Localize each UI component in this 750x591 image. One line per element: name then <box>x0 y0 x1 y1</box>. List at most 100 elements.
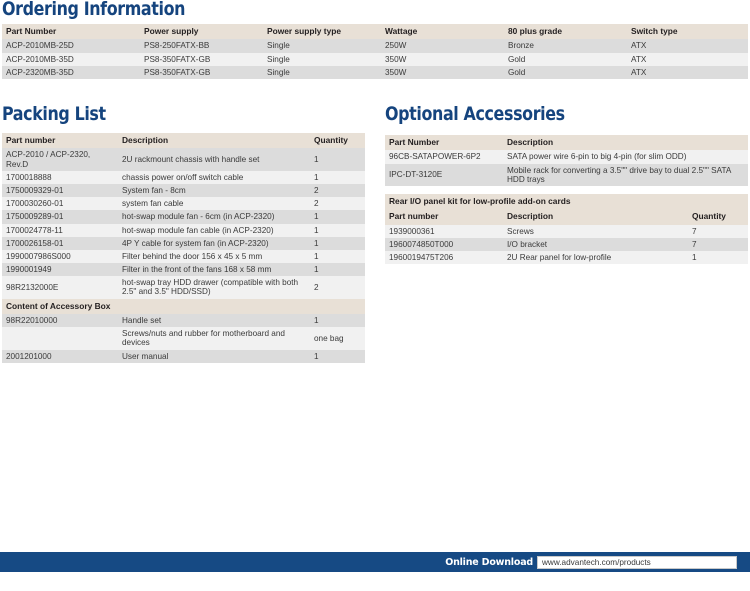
rear-io-kit-table-container: Rear I/O panel kit for low-profile add-o… <box>385 194 749 265</box>
table-subheading-row: Rear I/O panel kit for low-profile add-o… <box>385 194 749 210</box>
column-header: Wattage <box>381 24 504 40</box>
optional-accessories-table: Part Number Description 96CB-SATAPOWER-6… <box>385 135 748 186</box>
cell-80-plus-grade: Gold <box>504 52 627 66</box>
cell-quantity: one bag <box>310 327 365 350</box>
column-header: Power supply type <box>263 24 381 40</box>
column-header: Part number <box>385 209 503 225</box>
cell-part-number: 1700024778-11 <box>2 223 118 237</box>
table-header-row: Part number Description Quantity <box>385 209 749 225</box>
cell-description: System fan - 8cm <box>118 183 310 198</box>
cell-description: system fan cable <box>118 197 310 211</box>
cell-quantity: 2 <box>310 197 365 211</box>
online-download-url-field[interactable]: www.advantech.com/products <box>537 555 737 569</box>
table-header-row: Part Number Description <box>385 135 748 151</box>
column-header: Part Number <box>2 24 140 40</box>
column-header: Description <box>118 133 310 149</box>
table-row: ACP-2010 / ACP-2320, Rev.D 2U rackmount … <box>2 148 365 171</box>
column-header: Part number <box>2 133 118 149</box>
cell-description: Screws/nuts and rubber for motherboard a… <box>118 327 310 350</box>
cell-80-plus-grade: Bronze <box>504 39 627 53</box>
optional-accessories-heading: Optional Accessories <box>385 103 565 125</box>
table-row: 1700024778-11 hot-swap module fan cable … <box>2 223 365 237</box>
cell-power-supply: PS8-350FATX-GB <box>140 52 263 66</box>
table-subheading-row: Content of Accessory Box <box>2 298 365 315</box>
cell-part-number: 1700018888 <box>2 170 118 184</box>
column-header: Switch type <box>627 24 748 40</box>
cell-part-number: 1750009289-01 <box>2 210 118 224</box>
cell-switch-type: ATX <box>627 65 748 79</box>
cell-part-number: 1700026158-01 <box>2 236 118 250</box>
cell-description: hot-swap module fan - 6cm (in ACP-2320) <box>118 210 310 224</box>
cell-part-number: ACP-2320MB-35D <box>2 65 140 79</box>
cell-part-number: 96CB-SATAPOWER-6P2 <box>385 150 503 164</box>
cell-power-supply: PS8-250FATX-BB <box>140 39 263 53</box>
cell-wattage: 350W <box>381 52 504 66</box>
cell-part-number: 1960074850T000 <box>385 238 503 252</box>
cell-part-number: IPC-DT-3120E <box>385 163 503 186</box>
cell-part-number: ACP-2010MB-25D <box>2 39 140 53</box>
cell-description: 4P Y cable for system fan (in ACP-2320) <box>118 236 310 250</box>
table-row: 1960074850T000 I/O bracket 7 <box>385 238 749 252</box>
table-row: 1700026158-01 4P Y cable for system fan … <box>2 236 365 250</box>
table-row: IPC-DT-3120E Mobile rack for converting … <box>385 163 748 186</box>
cell-description: 2U rackmount chassis with handle set <box>118 148 310 171</box>
cell-part-number: 1990001949 <box>2 263 118 277</box>
cell-part-number: 1750009329-01 <box>2 183 118 198</box>
cell-quantity: 7 <box>688 224 749 238</box>
table-row: 1939000361 Screws 7 <box>385 224 749 238</box>
cell-quantity: 1 <box>310 148 365 171</box>
ordering-information-table: Part Number Power supply Power supply ty… <box>2 24 748 79</box>
cell-quantity: 1 <box>310 170 365 184</box>
packing-list-heading: Packing List <box>2 103 106 125</box>
column-header: Part Number <box>385 135 503 151</box>
ordering-information-table-container: Part Number Power supply Power supply ty… <box>2 24 748 79</box>
column-header: Description <box>503 135 748 151</box>
table-row: 2001201000 User manual 1 <box>2 349 365 363</box>
cell-quantity: 1 <box>310 314 365 328</box>
cell-switch-type: ATX <box>627 52 748 66</box>
column-header: Description <box>503 209 688 225</box>
cell-part-number: 1700030260-01 <box>2 197 118 211</box>
table-row: 1990001949 Filter in the front of the fa… <box>2 263 365 277</box>
accessory-box-subheading: Content of Accessory Box <box>2 298 365 315</box>
cell-description: Filter in the front of the fans 168 x 58… <box>118 263 310 277</box>
cell-description: Handle set <box>118 314 310 328</box>
cell-part-number: 2001201000 <box>2 349 118 363</box>
cell-power-supply-type: Single <box>263 39 381 53</box>
cell-quantity: 1 <box>310 210 365 224</box>
cell-part-number: 1960019475T206 <box>385 251 503 265</box>
rear-io-kit-subheading: Rear I/O panel kit for low-profile add-o… <box>385 194 749 210</box>
cell-power-supply-type: Single <box>263 52 381 66</box>
cell-quantity: 1 <box>310 249 365 264</box>
cell-description: I/O bracket <box>503 238 688 252</box>
cell-description: Screws <box>503 224 688 238</box>
cell-part-number <box>2 327 118 350</box>
cell-part-number: ACP-2010MB-35D <box>2 52 140 66</box>
table-row: 1700030260-01 system fan cable 2 <box>2 197 365 211</box>
ordering-information-heading: Ordering Information <box>2 0 186 20</box>
table-row: 98R22010000 Handle set 1 <box>2 314 365 328</box>
packing-list-table: Part number Description Quantity ACP-201… <box>2 133 365 363</box>
cell-quantity: 1 <box>310 223 365 237</box>
table-header-row: Part Number Power supply Power supply ty… <box>2 24 748 40</box>
datasheet-page: Ordering Information Part Number Power s… <box>0 0 750 591</box>
cell-wattage: 250W <box>381 39 504 53</box>
table-row: 1750009289-01 hot-swap module fan - 6cm … <box>2 210 365 224</box>
cell-power-supply-type: Single <box>263 65 381 79</box>
optional-accessories-table-container: Part Number Description 96CB-SATAPOWER-6… <box>385 135 748 186</box>
table-row: ACP-2010MB-35D PS8-350FATX-GB Single 350… <box>2 52 748 66</box>
footer-bar: Online Download www.advantech.com/produc… <box>0 552 750 572</box>
rear-io-kit-table: Rear I/O panel kit for low-profile add-o… <box>385 194 749 265</box>
cell-description: chassis power on/off switch cable <box>118 170 310 184</box>
cell-80-plus-grade: Gold <box>504 65 627 79</box>
cell-part-number: ACP-2010 / ACP-2320, Rev.D <box>2 148 118 171</box>
table-row: 1750009329-01 System fan - 8cm 2 <box>2 183 365 198</box>
cell-description: SATA power wire 6-pin to big 4-pin (for … <box>503 150 748 164</box>
cell-description: Filter behind the door 156 x 45 x 5 mm <box>118 249 310 264</box>
online-download-label: Online Download <box>445 556 533 568</box>
table-row: 1990007986S000 Filter behind the door 15… <box>2 249 365 264</box>
cell-part-number: 98R2132000E <box>2 276 118 299</box>
cell-quantity: 2 <box>310 276 365 299</box>
column-header: Quantity <box>310 133 365 149</box>
cell-part-number: 1990007986S000 <box>2 249 118 264</box>
